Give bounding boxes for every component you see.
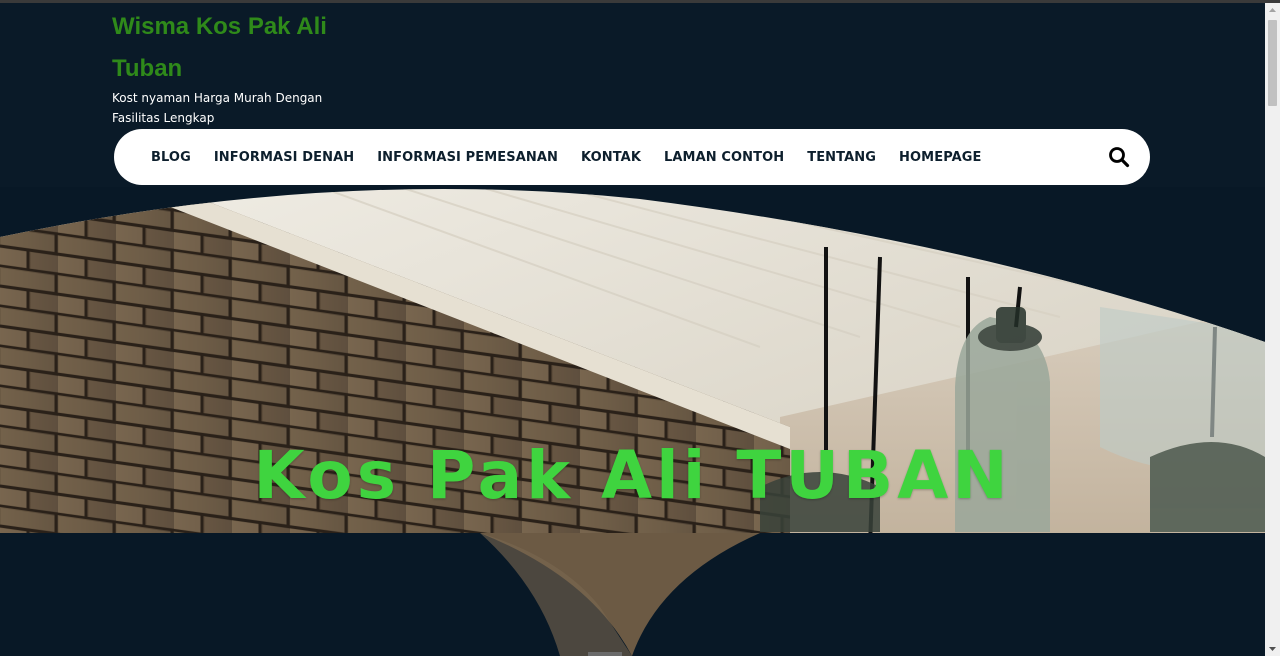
search-icon[interactable] [1108, 146, 1130, 168]
nav-list: BLOG INFORMASI DENAH INFORMASI PEMESANAN… [151, 129, 1005, 185]
nav-item-kontak[interactable]: KONTAK [581, 150, 641, 165]
scrollbar-thumb[interactable] [1268, 20, 1277, 106]
bottom-scroll-indicator [588, 652, 622, 656]
nav-item-laman-contoh[interactable]: LAMAN CONTOH [664, 150, 784, 165]
nav-item-informasi-denah[interactable]: INFORMASI DENAH [214, 150, 354, 165]
site-title[interactable]: Wisma Kos Pak Ali Tuban [112, 6, 372, 90]
main-navigation: BLOG INFORMASI DENAH INFORMASI PEMESANAN… [114, 129, 1150, 185]
site-description: Kost nyaman Harga Murah Dengan Fasilitas… [112, 91, 323, 125]
nav-item-informasi-pemesanan[interactable]: INFORMASI PEMESANAN [377, 150, 558, 165]
hero-title: Kos Pak Ali TUBAN [253, 437, 1012, 514]
scrollbar[interactable] [1265, 3, 1280, 656]
hero-banner [0, 188, 1265, 656]
nav-item-tentang[interactable]: TENTANG [807, 150, 876, 165]
nav-item-blog[interactable]: BLOG [151, 150, 191, 165]
scroll-down-arrow-icon[interactable] [1265, 641, 1280, 656]
nav-item-homepage[interactable]: HOMEPAGE [899, 150, 982, 165]
scroll-up-arrow-icon[interactable] [1265, 3, 1280, 18]
